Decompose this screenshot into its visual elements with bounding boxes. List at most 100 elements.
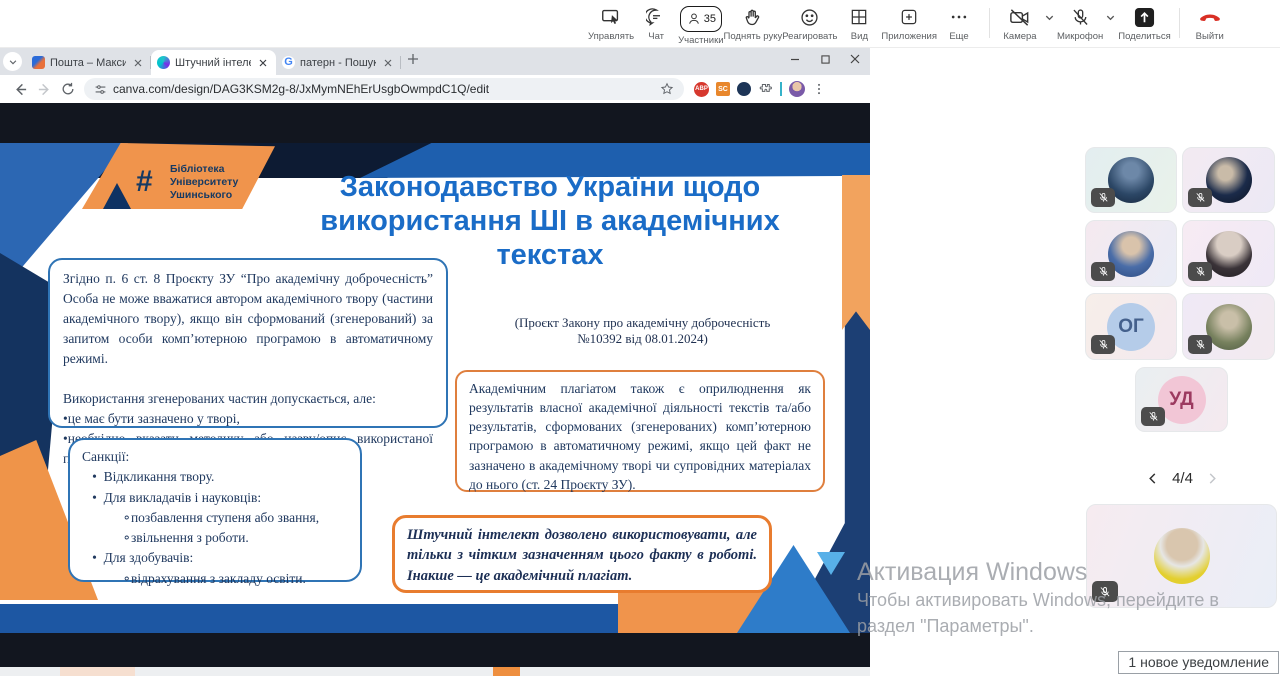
muted-mic-icon — [1091, 188, 1115, 207]
canva-favicon — [157, 56, 170, 69]
sanctions-textbox: Санкції: • Відкликання твору. • Для викл… — [68, 438, 362, 582]
participants-pager: 4/4 — [1125, 470, 1240, 487]
leave-button[interactable]: Выйти — [1188, 0, 1232, 46]
citation-text: (Проєкт Закону про академічну доброчесні… — [455, 315, 830, 347]
back-icon[interactable] — [8, 77, 32, 101]
participant-tile[interactable] — [1085, 147, 1177, 213]
participants-count-box: 35 — [680, 6, 722, 32]
tab-close-icon[interactable] — [131, 56, 145, 70]
more-button[interactable]: Еще — [937, 0, 981, 46]
canva-editor-canvas: # Бібліотека Університету Ушинського Зак… — [0, 103, 870, 676]
view-button[interactable]: Вид — [837, 0, 881, 46]
extensions-row: ABP SC — [694, 81, 826, 97]
address-bar[interactable]: canva.com/design/DAG3KSM2g-8/JxMymNEhErU… — [84, 78, 684, 100]
highlight-bar — [780, 82, 782, 96]
adblock-extension-icon[interactable]: ABP — [694, 82, 709, 97]
participants-icon — [686, 11, 702, 27]
meeting-app-window: Управлять Чат 35 Участники Поднять руку … — [0, 0, 1280, 676]
leave-label: Выйти — [1196, 31, 1224, 42]
tab-close-icon[interactable] — [381, 56, 395, 70]
maximize-icon[interactable] — [810, 48, 840, 70]
chat-button[interactable]: Чат — [634, 0, 678, 46]
apps-plus-icon — [899, 6, 919, 28]
reload-icon[interactable] — [56, 77, 80, 101]
react-smiley-icon — [799, 6, 820, 28]
manage-button[interactable]: Управлять — [588, 0, 634, 46]
grid-view-icon — [849, 6, 869, 28]
chat-label: Чат — [648, 31, 664, 42]
screen-control-icon — [600, 6, 622, 28]
site-info-icon[interactable] — [94, 83, 107, 96]
page-indicator: 4/4 — [1172, 470, 1193, 487]
camera-options-chevron[interactable] — [1044, 0, 1055, 23]
tab-search-button[interactable] — [3, 52, 22, 71]
participant-tile[interactable] — [1085, 220, 1177, 287]
browser-tabstrip: Пошта – Максим Оксана Анат Штучний інтел… — [0, 48, 870, 75]
muted-mic-icon — [1092, 581, 1118, 602]
browser-menu-kebab-icon[interactable] — [812, 82, 826, 96]
notification-toast[interactable]: 1 новое уведомление — [1118, 651, 1279, 674]
camera-button[interactable]: Камера — [998, 0, 1042, 46]
minimize-icon[interactable] — [780, 48, 810, 70]
tab-title: Пошта – Максим Оксана Анат — [50, 57, 126, 69]
tab-canva-active[interactable]: Штучний інтелект у науковій д — [151, 50, 276, 75]
manage-label: Управлять — [588, 31, 634, 42]
library-logo-text: Бібліотека Університету Ушинського — [170, 163, 238, 202]
participant-tile[interactable] — [1182, 147, 1275, 213]
participants-count: 35 — [704, 13, 716, 25]
chat-icon — [646, 6, 667, 28]
react-button[interactable]: Реагировать — [782, 0, 837, 46]
more-label: Еще — [949, 31, 968, 42]
raise-hand-icon — [742, 6, 763, 28]
muted-mic-icon — [1188, 262, 1212, 281]
bookmark-star-icon[interactable] — [660, 82, 674, 96]
toolbar-divider — [1179, 8, 1180, 38]
toolbar-accent-orange — [493, 667, 520, 676]
raise-hand-button[interactable]: Поднять руку — [724, 0, 783, 46]
extensions-puzzle-icon[interactable] — [758, 82, 773, 97]
participant-tile[interactable]: УД — [1135, 367, 1228, 432]
mic-options-chevron[interactable] — [1105, 0, 1116, 23]
view-label: Вид — [851, 31, 868, 42]
participant-avatar — [1206, 231, 1252, 277]
tab-close-icon[interactable] — [256, 56, 270, 70]
participants-button[interactable]: 35 Участники — [678, 0, 723, 46]
participant-avatar — [1206, 304, 1252, 350]
presenter-tile[interactable] — [1086, 504, 1277, 608]
tab-mail[interactable]: Пошта – Максим Оксана Анат — [26, 50, 151, 75]
meeting-toolbar: Управлять Чат 35 Участники Поднять руку … — [0, 0, 1280, 48]
participant-tile[interactable]: ОГ — [1085, 293, 1177, 360]
law-textbox: Згідно п. 6 ст. 8 Проєкту ЗУ “Про академ… — [48, 258, 448, 428]
close-icon[interactable] — [840, 48, 870, 70]
browser-profile-avatar[interactable] — [789, 81, 805, 97]
participant-tile[interactable] — [1182, 220, 1275, 287]
warning-textbox: Штучний інтелект дозволено використовува… — [392, 515, 772, 593]
raise-hand-label: Поднять руку — [724, 31, 783, 42]
pager-prev-icon[interactable] — [1147, 472, 1158, 485]
right-orange-ribbon-shape — [842, 175, 870, 330]
share-label: Поделиться — [1118, 31, 1170, 42]
new-tab-button[interactable] — [407, 52, 419, 70]
plagiarism-textbox: Академічним плагіатом також є оприлюднен… — [455, 370, 825, 492]
camera-label: Камера — [1003, 31, 1036, 42]
participant-tile[interactable] — [1182, 293, 1275, 360]
muted-mic-icon — [1091, 335, 1115, 354]
presenter-avatar — [1154, 528, 1210, 584]
mic-off-icon — [1070, 6, 1091, 28]
participants-label: Участники — [678, 35, 723, 46]
muted-mic-icon — [1141, 407, 1165, 426]
sc-extension-icon[interactable]: SC — [716, 82, 730, 96]
toolbar-accent — [60, 667, 135, 676]
pager-next-icon[interactable] — [1207, 472, 1218, 485]
browser-urlbar: canva.com/design/DAG3KSM2g-8/JxMymNEhErU… — [0, 75, 870, 103]
tab-google-search[interactable]: G патерн - Пошук Google — [276, 50, 401, 75]
apps-button[interactable]: Приложения — [881, 0, 937, 46]
muted-mic-icon — [1188, 188, 1212, 207]
forward-icon[interactable] — [32, 77, 56, 101]
share-button[interactable]: Поделиться — [1118, 0, 1170, 46]
tab-title: патерн - Пошук Google — [300, 57, 376, 69]
mic-button[interactable]: Микрофон — [1057, 0, 1103, 46]
mic-label: Микрофон — [1057, 31, 1103, 42]
muted-mic-icon — [1091, 262, 1115, 281]
extension-icon[interactable] — [737, 82, 751, 96]
